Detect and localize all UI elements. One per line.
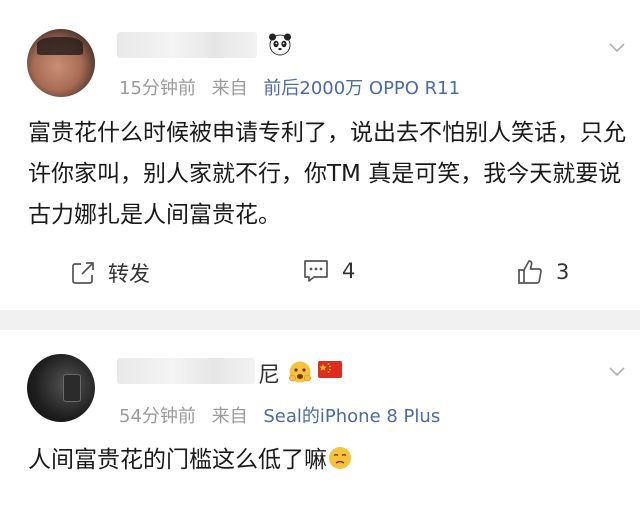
timestamp: 54分钟前 [119, 406, 196, 427]
face-emoji-icon [288, 360, 312, 389]
sad-face-emoji-icon [327, 445, 353, 471]
source-link[interactable]: 前后2000万 OPPO R11 [263, 78, 460, 99]
chevron-down-icon[interactable] [608, 38, 626, 56]
like-button[interactable]: 3 [516, 258, 569, 286]
avatar[interactable] [27, 354, 95, 422]
chevron-down-icon[interactable] [608, 362, 626, 380]
post-text-body: 人间富贵花的门槛这么低了嘛 [28, 447, 327, 473]
avatar-hair [37, 37, 83, 55]
weibo-post-2: 尼 54分钟前 来自 Seal的iPhone 8 Plus 人间富贵花的门槛这么… [0, 330, 640, 514]
panda-emoji-icon [268, 32, 292, 56]
timestamp: 15分钟前 [119, 78, 196, 99]
weibo-post-1: 15分钟前 来自 前后2000万 OPPO R11 富贵花什么时候被申请专利了，… [0, 0, 640, 310]
avatar-phone [63, 374, 81, 402]
post-text: 人间富贵花的门槛这么低了嘛 [28, 440, 628, 481]
like-count: 3 [556, 260, 570, 284]
avatar[interactable] [27, 29, 95, 97]
repost-button[interactable]: 转发 [70, 258, 150, 288]
share-icon [72, 262, 94, 284]
post-meta: 54分钟前 来自 Seal的iPhone 8 Plus [119, 402, 440, 428]
action-bar: 转发 4 3 [0, 258, 640, 298]
username-redacted[interactable] [117, 358, 255, 384]
username-suffix[interactable]: 尼 [258, 357, 280, 389]
source-link[interactable]: Seal的iPhone 8 Plus [263, 406, 440, 427]
china-flag-emoji-icon [318, 360, 342, 385]
post-meta: 15分钟前 来自 前后2000万 OPPO R11 [119, 74, 460, 100]
comment-icon [304, 260, 328, 282]
username-redacted[interactable] [117, 32, 257, 58]
from-label: 来自 [211, 406, 248, 427]
from-label: 来自 [211, 78, 248, 99]
comment-button[interactable]: 4 [302, 258, 355, 284]
post-text: 富贵花什么时候被申请专利了，说出去不怕别人笑话，只允许你家叫，别人家就不行，你T… [28, 120, 626, 228]
post-divider [0, 310, 640, 330]
thumbs-up-icon [518, 260, 542, 284]
comment-count: 4 [342, 259, 356, 283]
repost-label: 转发 [108, 262, 150, 286]
